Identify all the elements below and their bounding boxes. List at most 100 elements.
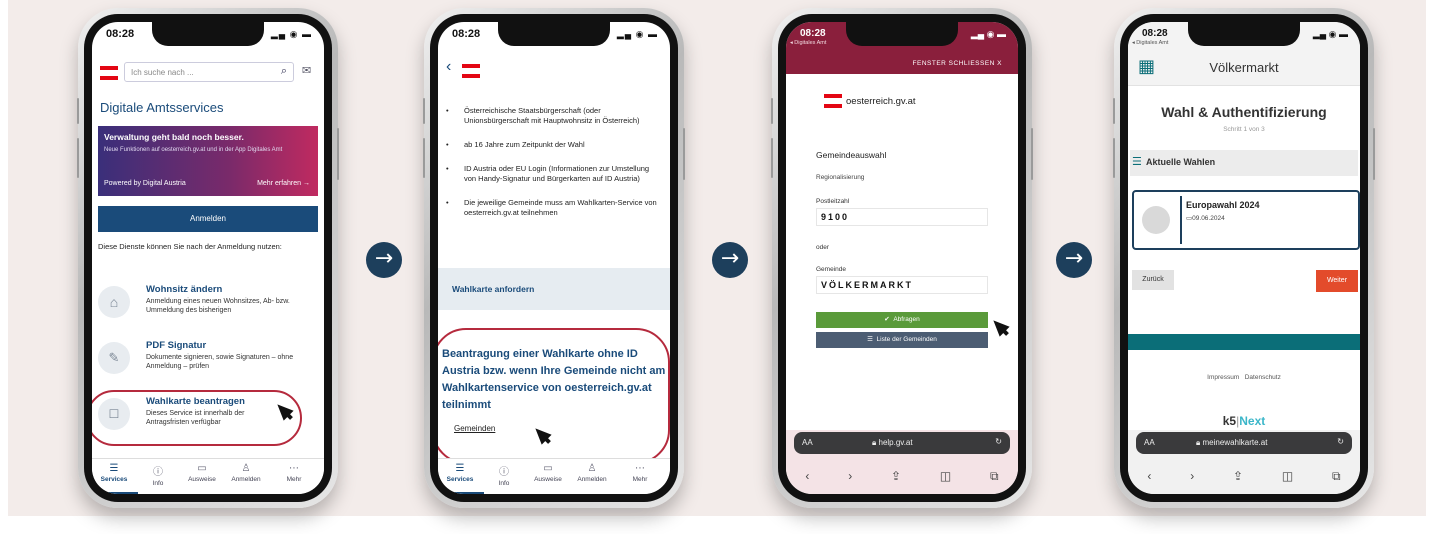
section-title: Gemeindeauswahl	[816, 150, 887, 160]
nav-services[interactable]: ☰ Services	[92, 463, 136, 483]
user-icon: ♙	[241, 463, 251, 474]
list-item: • Die jeweilige Gemeinde muss am Wahlkart…	[446, 198, 657, 217]
status-time: 08:28	[106, 28, 135, 40]
check-icon: ✔	[884, 316, 890, 323]
request-box[interactable]: Wahlkarte anfordern	[438, 268, 670, 310]
page-title: Digitale Amtsservices	[100, 100, 224, 115]
bottom-nav: ☰ Services ⓘ Info ▭ Ausweise ♙ Anmelden ⋯ Meh…	[92, 458, 324, 494]
phone-2: 08:28 ▂▄ ◉ ▬ ‹ • Österreichische Staatsbür…	[423, 8, 685, 508]
user-icon: ♙	[587, 463, 597, 474]
list-item: • Österreichische Staatsbürgerschaft (ode…	[446, 106, 640, 125]
back-to-app[interactable]: ◂ Digitales Amt	[790, 40, 826, 46]
nav-mehr[interactable]: ⋯ Mehr	[272, 463, 316, 483]
search-icon[interactable]: ⌕	[281, 65, 287, 78]
postal-code-field[interactable]: 9100	[816, 208, 988, 226]
reload-icon: ↻	[995, 437, 1002, 446]
back-icon[interactable]: ‹	[1147, 469, 1151, 483]
requirements-list: • Österreichische Staatsbürgerschaft (ode…	[446, 106, 662, 218]
back-to-app[interactable]: ◂ Digitales Amt	[1132, 40, 1168, 46]
promo-banner[interactable]: Verwaltung geht bald noch besser. Neue F…	[98, 126, 318, 196]
highlight-circle	[92, 390, 302, 446]
back-icon[interactable]: ‹	[805, 469, 809, 483]
back-button[interactable]: Zurück	[1132, 270, 1174, 290]
nav-mehr[interactable]: ⋯ Mehr	[618, 463, 662, 483]
next-button[interactable]: Weiter	[1316, 270, 1358, 292]
forward-icon[interactable]: ›	[848, 469, 852, 483]
austria-flag-icon	[100, 66, 118, 80]
more-link[interactable]: Mehr erfahren →	[257, 180, 310, 187]
forward-icon[interactable]: ›	[1190, 469, 1194, 483]
status-icons: ▂▄ ◉ ▬	[270, 29, 312, 39]
phone-1: 08:28 ▂▄ ◉ ▬ Ich suche nach ... ⌕ ✉ Digit…	[77, 8, 339, 508]
active-tab-indicator	[442, 492, 484, 494]
austria-flag-icon	[462, 64, 480, 78]
info-icon: ⓘ	[153, 467, 163, 478]
phone-4: 08:28 ▂▄ ◉ ▬ ◂ Digitales Amt ▦ Völkermar…	[1113, 8, 1375, 508]
bookmarks-icon[interactable]: ◫	[940, 469, 951, 483]
id-card-icon: ▭	[197, 463, 207, 474]
site-logo-text: oesterreich.gv.at	[846, 96, 916, 107]
close-window-button[interactable]: FENSTER SCHLIESSEN X	[913, 60, 1002, 67]
mail-icon[interactable]: ✉	[302, 64, 311, 77]
brand-logo: k5|Next	[1222, 414, 1266, 428]
nav-ausweise[interactable]: ▭ Ausweise	[526, 463, 570, 483]
step-arrow-2: →	[712, 242, 748, 278]
bottom-nav: ☰ Services ⓘ Info ▭ Ausweise ♙ Anmelden ⋯ Meh…	[438, 458, 670, 494]
services-icon: ☰	[109, 463, 119, 474]
service-item-pdf-signatur[interactable]: ✎ PDF Signatur Dokumente signieren, sowi…	[98, 336, 318, 386]
search-input[interactable]: Ich suche nach ... ⌕	[124, 62, 294, 82]
services-icon: ☰	[455, 463, 465, 474]
share-icon[interactable]: ⇪	[1233, 469, 1243, 483]
page-title: Wahl & Authentifizierung	[1161, 104, 1327, 120]
lock-icon: 🔒︎	[872, 438, 877, 447]
teal-divider	[1128, 334, 1360, 350]
list-icon: ☰	[867, 336, 873, 343]
nav-services[interactable]: ☰ Services	[438, 463, 482, 483]
browser-toolbar: ‹ › ⇪ ◫ ⧉	[786, 458, 1018, 494]
house-icon: ⌂	[98, 286, 130, 318]
screen-4: 08:28 ▂▄ ◉ ▬ ◂ Digitales Amt ▦ Völkermar…	[1128, 22, 1360, 494]
list-item: • ab 16 Jahre zum Zeitpunkt der Wahl	[446, 140, 585, 149]
active-tab-indicator	[96, 492, 138, 494]
screen-1: 08:28 ▂▄ ◉ ▬ Ich suche nach ... ⌕ ✉ Digit…	[92, 22, 324, 494]
back-chevron-icon[interactable]: ‹	[446, 58, 451, 76]
reload-icon: ↻	[1337, 437, 1344, 446]
footer-links: Impressum Datenschutz	[1128, 374, 1360, 381]
nav-info[interactable]: ⓘ Info	[482, 463, 526, 487]
bookmarks-icon[interactable]: ◫	[1282, 469, 1293, 483]
nav-anmelden[interactable]: ♙ Anmelden	[570, 463, 614, 483]
section-header: ☰ Aktuelle Wahlen	[1130, 150, 1358, 176]
screen-2: 08:28 ▂▄ ◉ ▬ ‹ • Österreichische Staatsbür…	[438, 22, 670, 494]
address-bar[interactable]: AA 🔒︎ help.gv.at ↻	[794, 432, 1010, 454]
tabs-icon[interactable]: ⧉	[990, 469, 999, 484]
lock-icon: 🔒︎	[1196, 438, 1201, 447]
nav-info[interactable]: ⓘ Info	[136, 463, 180, 487]
login-note: Diese Dienste können Sie nach der Anmeld…	[98, 242, 282, 251]
municipality-field[interactable]: VÖLKERMARKT	[816, 276, 988, 294]
status-icons: ▂▄ ◉ ▬	[616, 29, 658, 39]
election-card[interactable]: Europawahl 2024 ▭09.06.2024	[1132, 190, 1360, 250]
screen-3: 08:28 ▂▄ ◉ ▬ ◂ Digitales Amt FENSTER SCH…	[786, 22, 1018, 494]
list-item: • ID Austria oder EU Login (Informationen…	[446, 164, 650, 183]
service-item-wohnsitz[interactable]: ⌂ Wohnsitz ändern Anmeldung eines neuen …	[98, 280, 318, 330]
imprint-link[interactable]: Impressum	[1207, 374, 1239, 381]
pen-icon: ✎	[98, 342, 130, 374]
login-button[interactable]: Anmelden	[98, 206, 318, 232]
step-indicator: Schritt 1 von 3	[1223, 126, 1265, 133]
phone-3: 08:28 ▂▄ ◉ ▬ ◂ Digitales Amt FENSTER SCH…	[771, 8, 1033, 508]
tabs-icon[interactable]: ⧉	[1332, 469, 1341, 484]
more-icon: ⋯	[289, 463, 299, 474]
share-icon[interactable]: ⇪	[891, 469, 901, 483]
address-bar[interactable]: AA 🔒︎ meinewahlkarte.at ↻	[1136, 432, 1352, 454]
nav-anmelden[interactable]: ♙ Anmelden	[224, 463, 268, 483]
site-title: Völkermarkt	[1209, 60, 1279, 75]
austria-flag-icon	[824, 94, 842, 108]
privacy-link[interactable]: Datenschutz	[1245, 374, 1281, 381]
site-header: ▦ Völkermarkt	[1128, 48, 1360, 86]
step-arrow-3: →	[1056, 242, 1092, 278]
browser-toolbar: ‹ › ⇪ ◫ ⧉	[1128, 458, 1360, 494]
municipality-list-button[interactable]: ☰ Liste der Gemeinden	[816, 332, 988, 348]
radio-button[interactable]	[1142, 206, 1170, 234]
nav-ausweise[interactable]: ▭ Ausweise	[180, 463, 224, 483]
submit-button[interactable]: ✔ Abfragen	[816, 312, 988, 328]
